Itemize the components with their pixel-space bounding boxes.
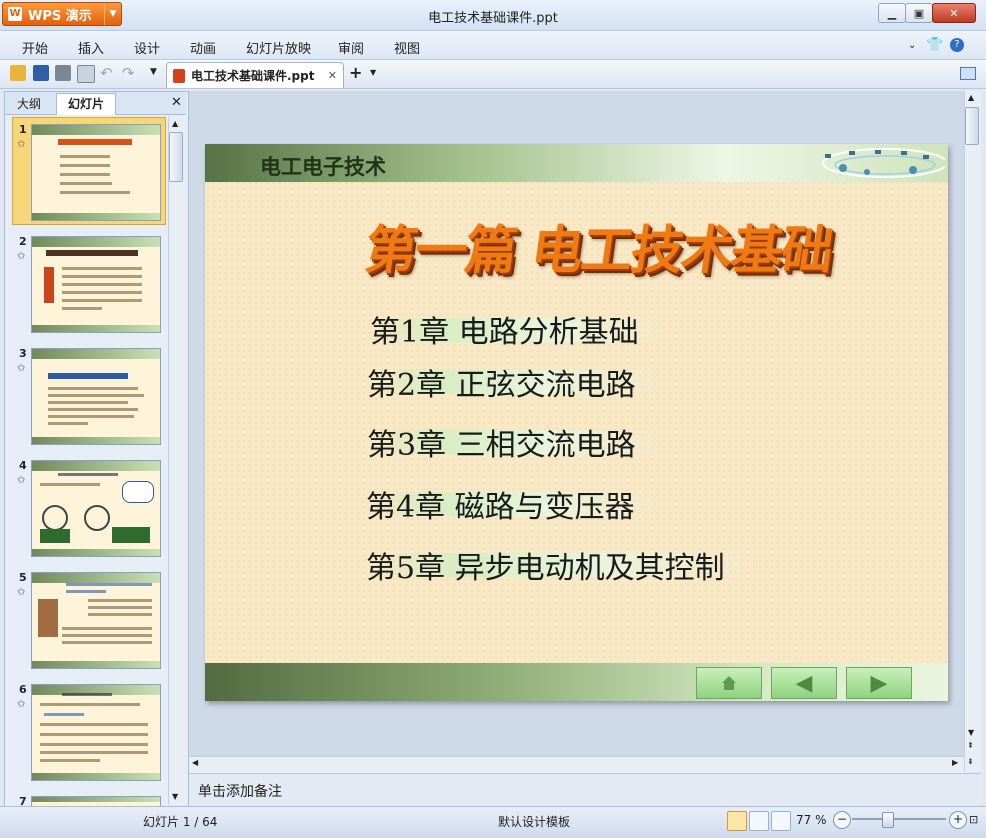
zoom-slider[interactable]	[852, 818, 946, 820]
scrollbar-thumb[interactable]	[965, 107, 979, 145]
redo-icon[interactable]: ↷	[122, 64, 135, 82]
window-layout-icon[interactable]	[960, 67, 976, 80]
minimize-button[interactable]: ▁	[878, 3, 906, 23]
print-icon[interactable]	[55, 65, 71, 81]
slide-thumbnail-4[interactable]	[31, 460, 161, 557]
scroll-down-icon[interactable]: ▼	[172, 792, 178, 801]
document-tab-label: 电工技术基础课件.ppt	[191, 69, 315, 83]
slide-number: 3	[19, 347, 27, 360]
close-button[interactable]: ✕	[932, 3, 976, 23]
triangle-right-icon: ▶	[870, 670, 888, 696]
slide-number: 6	[19, 683, 27, 696]
quick-access-toolbar	[0, 60, 986, 89]
header-decoration-image	[822, 148, 945, 178]
slide-number: 1	[19, 123, 27, 136]
chevron-down-icon: ▼	[104, 3, 121, 25]
slide-company-name: 电工电子技术	[260, 154, 386, 179]
chapter-item-2[interactable]: 第2章 正弦交流电路	[367, 360, 636, 404]
normal-view-button[interactable]	[727, 811, 747, 831]
slide-number: 5	[19, 571, 27, 584]
zoom-in-button[interactable]: +	[949, 811, 967, 829]
scroll-down-icon[interactable]: ▼	[968, 728, 974, 737]
zoom-level: 77 %	[796, 813, 827, 827]
zoom-slider-knob[interactable]	[882, 812, 894, 828]
zoom-out-button[interactable]: −	[833, 811, 851, 829]
scroll-left-icon[interactable]: ◀	[192, 758, 198, 767]
slide-thumbnail-2[interactable]	[31, 236, 161, 333]
scroll-up-icon[interactable]: ▲	[172, 119, 178, 128]
print-preview-icon[interactable]	[77, 65, 95, 83]
animation-star-icon: ✩	[17, 139, 26, 150]
chapter-item-3[interactable]: 第3章 三相交流电路	[367, 420, 636, 464]
menu-review[interactable]: 审阅	[338, 38, 364, 57]
slide-number: 4	[19, 459, 27, 472]
menu-view[interactable]: 视图	[394, 38, 420, 57]
document-tab[interactable]: 电工技术基础课件.ppt ✕	[166, 62, 344, 88]
tab-slides[interactable]: 幻灯片	[56, 93, 116, 115]
animation-star-icon: ✩	[17, 363, 26, 374]
close-icon[interactable]: ✕	[171, 95, 182, 110]
previous-slide-icon[interactable]: ⇞	[967, 741, 974, 750]
home-icon	[722, 676, 736, 690]
slide-sorter-view-button[interactable]	[749, 811, 769, 831]
ribbon-collapse-icon[interactable]: ⌄	[908, 40, 916, 51]
scroll-right-icon[interactable]: ▶	[952, 758, 958, 767]
skin-icon[interactable]: 👕	[926, 37, 943, 53]
slide-thumbnail-6[interactable]	[31, 684, 161, 781]
triangle-left-icon: ◀	[795, 670, 813, 696]
chapter-item-1[interactable]: 第1章 电路分析基础	[370, 307, 639, 351]
template-name[interactable]: 默认设计模板	[498, 813, 570, 830]
maximize-button[interactable]: ▣	[905, 3, 933, 23]
save-icon[interactable]	[33, 65, 49, 81]
close-icon[interactable]: ✕	[328, 69, 337, 82]
chevron-down-icon[interactable]: ▼	[370, 68, 376, 77]
animation-star-icon: ✩	[17, 699, 26, 710]
animation-star-icon: ✩	[17, 251, 26, 262]
next-slide-icon[interactable]: ⇟	[967, 757, 974, 766]
animation-star-icon: ✩	[17, 475, 26, 486]
chapter-item-4[interactable]: 第4章 磁路与变压器	[366, 482, 635, 526]
animation-star-icon: ✩	[17, 587, 26, 598]
ppt-file-icon	[173, 68, 185, 83]
help-icon[interactable]: ?	[950, 38, 964, 52]
scrollbar-thumb[interactable]	[169, 132, 183, 182]
home-button[interactable]	[696, 667, 762, 699]
tab-outline[interactable]: 大纲	[17, 95, 41, 112]
menu-slideshow[interactable]: 幻灯片放映	[246, 38, 311, 57]
new-tab-icon[interactable]: +	[349, 63, 362, 82]
editing-area-hscrollbar[interactable]	[189, 756, 964, 773]
app-name: WPS 演示	[28, 8, 92, 24]
undo-icon[interactable]: ↶	[100, 64, 113, 82]
slide-thumbnail-5[interactable]	[31, 572, 161, 669]
notes-placeholder[interactable]: 单击添加备注	[198, 781, 282, 801]
slide-title[interactable]: 第一篇 电工技术基础	[361, 208, 838, 283]
notes-pane[interactable]	[189, 773, 981, 806]
slide-number: 2	[19, 235, 27, 248]
menu-insert[interactable]: 插入	[78, 38, 104, 57]
chapter-item-5[interactable]: 第5章 异步电动机及其控制	[366, 543, 725, 587]
slide-thumbnail-3[interactable]	[31, 348, 161, 445]
open-icon[interactable]	[10, 65, 26, 81]
slide-counter: 幻灯片 1 / 64	[143, 815, 218, 829]
menu-animation[interactable]: 动画	[190, 38, 216, 57]
customize-toolbar-icon[interactable]: ▼	[150, 67, 157, 77]
window-title: 电工技术基础课件.ppt	[428, 11, 558, 26]
next-slide-button[interactable]: ▶	[846, 667, 912, 699]
editing-area-scrollbar[interactable]	[964, 91, 981, 772]
menu-home[interactable]: 开始	[22, 38, 48, 57]
scroll-up-icon[interactable]: ▲	[968, 93, 974, 102]
slides-pane-scrollbar[interactable]	[168, 117, 185, 805]
menu-design[interactable]: 设计	[134, 38, 160, 57]
slideshow-view-button[interactable]	[771, 811, 791, 831]
wps-logo-icon: W	[8, 7, 22, 21]
previous-slide-button[interactable]: ◀	[771, 667, 837, 699]
app-menu-button[interactable]: W WPS 演示 ▼	[2, 2, 122, 26]
fit-window-icon[interactable]: ⊡	[969, 813, 978, 826]
slide-thumbnail-1[interactable]	[31, 124, 161, 221]
